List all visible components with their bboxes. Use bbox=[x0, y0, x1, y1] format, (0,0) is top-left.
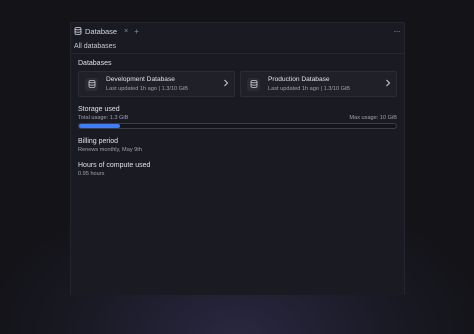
chevron-right-icon bbox=[385, 79, 391, 89]
more-options-icon[interactable]: ··· bbox=[394, 27, 401, 36]
compute-heading: Hours of compute used bbox=[78, 162, 151, 169]
billing-heading: Billing period bbox=[78, 138, 119, 145]
total-usage-label: Total usage: 1.3 GiB bbox=[78, 115, 129, 121]
compute-value: 0.95 hours bbox=[78, 171, 105, 177]
database-meta: Last updated 1h ago | 1.3/10 GiB bbox=[268, 86, 351, 92]
tab-label: Database bbox=[85, 26, 118, 36]
database-icon bbox=[247, 77, 260, 91]
tab-bar: Database × + ··· bbox=[71, 23, 404, 39]
max-usage-label: Max usage: 10 GiB bbox=[349, 115, 397, 121]
database-card-development[interactable]: Development Database Last updated 1h ago… bbox=[78, 71, 235, 97]
databases-heading: Databases bbox=[78, 60, 112, 67]
breadcrumb: All databases bbox=[71, 39, 404, 54]
database-name: Development Database bbox=[106, 76, 175, 83]
billing-section: Billing period Renews monthly, May 9th bbox=[78, 138, 397, 153]
tab-database[interactable]: Database × bbox=[74, 27, 128, 36]
add-tab-button[interactable]: + bbox=[134, 27, 139, 36]
storage-section: Storage used Total usage: 1.3 GiB Max us… bbox=[78, 106, 397, 129]
chevron-right-icon bbox=[223, 79, 229, 89]
database-name: Production Database bbox=[268, 76, 330, 83]
compute-section: Hours of compute used 0.95 hours bbox=[78, 162, 397, 177]
close-icon[interactable]: × bbox=[124, 28, 128, 35]
database-icon bbox=[74, 27, 82, 35]
storage-progress-bar bbox=[78, 123, 397, 129]
database-card-production[interactable]: Production Database Last updated 1h ago … bbox=[240, 71, 397, 97]
database-meta: Last updated 1h ago | 1.3/10 GiB bbox=[106, 86, 189, 92]
page-title: All databases bbox=[74, 42, 117, 50]
billing-value: Renews monthly, May 9th bbox=[78, 147, 142, 153]
database-list: Development Database Last updated 1h ago… bbox=[78, 71, 397, 97]
main-content: Databases Development Database Last upda… bbox=[71, 54, 404, 177]
database-panel: Database × + ··· All databases Databases… bbox=[70, 22, 405, 295]
storage-progress-fill bbox=[79, 124, 121, 128]
storage-heading: Storage used bbox=[78, 106, 120, 113]
database-icon bbox=[85, 77, 98, 91]
